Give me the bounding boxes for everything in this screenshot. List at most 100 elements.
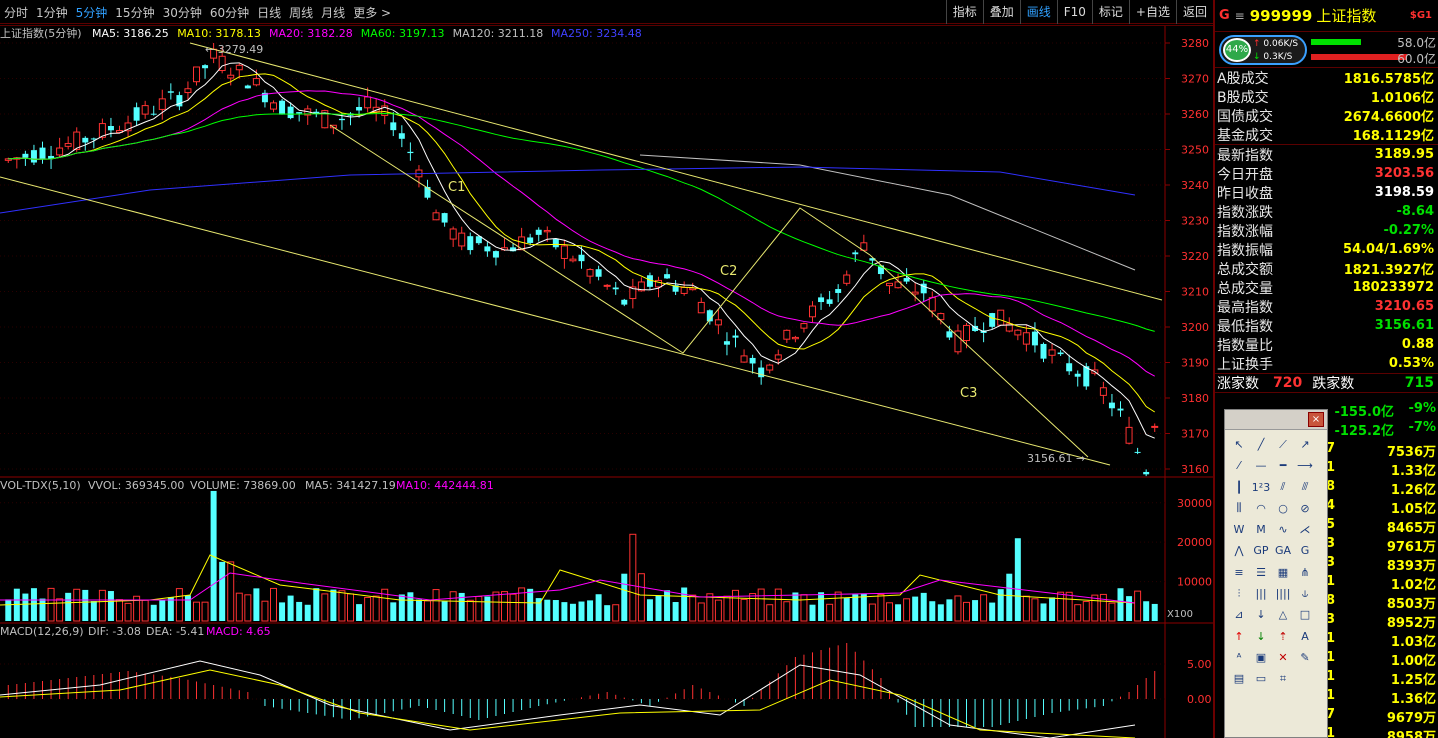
volume-bar <box>184 595 191 621</box>
pitchfork-icon[interactable]: ⋔ <box>1294 562 1316 583</box>
gap-g-icon[interactable]: G <box>1294 540 1316 561</box>
note-icon[interactable]: ▤ <box>1228 668 1250 689</box>
volume-bar <box>929 601 936 621</box>
h-line-icon[interactable]: ━ <box>1272 455 1294 476</box>
volume-bar <box>980 594 988 622</box>
palette-titlebar[interactable]: × <box>1225 410 1327 430</box>
h-ray-icon[interactable]: ⟶ <box>1294 455 1316 476</box>
period-tab[interactable]: 日线 <box>253 4 285 21</box>
down-arrow-green-icon[interactable]: ↓ <box>1250 626 1272 647</box>
stat-row: 指数量比 0.88 <box>1215 335 1438 354</box>
tool-button[interactable]: 标记 <box>1091 0 1129 24</box>
tool-button[interactable]: 画线 <box>1019 0 1057 24</box>
circle-icon[interactable]: ○ <box>1272 498 1294 519</box>
arrow-cursor-icon[interactable]: ↖ <box>1228 434 1250 455</box>
fib-lines-icon[interactable]: ☰ <box>1250 562 1272 583</box>
vertical-line-icon[interactable]: ┃ <box>1228 477 1250 498</box>
gap-a-icon[interactable]: GA <box>1272 540 1294 561</box>
period-tab[interactable]: 1分钟 <box>32 4 72 21</box>
volume-bar <box>141 599 149 622</box>
ray-fan-icon[interactable]: ⋌ <box>1294 519 1316 540</box>
menu-icon[interactable]: ≡ <box>1235 9 1245 23</box>
volume-bar <box>749 593 757 622</box>
period-tab[interactable]: 更多 > <box>349 4 395 21</box>
box-icon[interactable]: ▣ <box>1250 647 1272 668</box>
kline-chart[interactable]: 上证指数(5分钟) MA5: 3186.25 MA10: 3178.13 MA20: … <box>0 25 1213 738</box>
volume-bar <box>895 604 902 621</box>
wave-line-icon[interactable]: ∿ <box>1272 519 1294 540</box>
screenshot-icon[interactable]: ⌗ <box>1272 668 1294 689</box>
period-tab[interactable]: 15分钟 <box>111 4 158 21</box>
flow-pct: -7% <box>1408 420 1436 435</box>
volume-bar <box>527 588 534 621</box>
brush-icon[interactable]: ✎ <box>1294 647 1316 668</box>
ray-icon[interactable]: ↗ <box>1294 434 1316 455</box>
ruler-icon[interactable]: ▭ <box>1250 668 1272 689</box>
drawing-palette[interactable]: × ↖ ╱ ⟋ ↗ ⁄ — ━ ⟶ ┃ 1²3 ⫽ ⫻ ⫼ ◠ ○ ⊘ W M ∿ ⋌ ⋀ GP GA G ≡ ☰ ▦ ⋔ ⫶ ||| ||… <box>1224 409 1328 738</box>
volume-bar <box>740 598 748 622</box>
period-tab[interactable]: 周线 <box>285 4 317 21</box>
peak-line-icon[interactable]: ⋀ <box>1228 540 1250 561</box>
tool-button[interactable]: +自选 <box>1128 0 1176 24</box>
stat-label: 上证换手 <box>1217 356 1273 373</box>
chart-tools: 指标 叠加 画线 F10 标记 +自选 返回 <box>945 0 1213 24</box>
sg-badge[interactable]: $G1 <box>1410 10 1432 21</box>
close-icon[interactable]: × <box>1308 412 1324 427</box>
parallel-icon[interactable]: ⫽ <box>1272 477 1294 498</box>
channel-line-icon[interactable]: ⫼ <box>1228 498 1250 519</box>
text-a-icon[interactable]: A <box>1294 626 1316 647</box>
dashed-line-icon[interactable]: ⁄ <box>1228 455 1250 476</box>
trend-bars-icon[interactable]: ⫝ <box>1294 583 1316 604</box>
volume-bar <box>757 588 765 622</box>
h-channel-icon[interactable]: ⫶ <box>1228 583 1250 604</box>
time-zones-icon[interactable]: |||| <box>1272 583 1294 604</box>
tool-button[interactable]: 指标 <box>945 0 983 24</box>
volume-bar <box>338 590 346 622</box>
tool-button[interactable]: F10 <box>1056 0 1092 24</box>
candle <box>680 281 688 296</box>
vert-lines-icon[interactable]: ||| <box>1250 583 1272 604</box>
volume-bar <box>834 591 842 622</box>
period-tab[interactable]: 分时 <box>0 4 32 21</box>
arc-icon[interactable]: ◠ <box>1250 498 1272 519</box>
candle <box>133 102 140 126</box>
delete-icon[interactable]: ✕ <box>1272 647 1294 668</box>
grid-lines-icon[interactable]: ▦ <box>1272 562 1294 583</box>
period-tab[interactable]: 60分钟 <box>206 4 253 21</box>
fib-circle-icon[interactable]: ⊘ <box>1294 498 1316 519</box>
price-tick: 3240 <box>1181 179 1209 192</box>
volume-bar <box>484 596 491 621</box>
price-label-icon[interactable]: 1²3 <box>1250 477 1272 498</box>
m-wave-icon[interactable]: M <box>1250 519 1272 540</box>
up-arrow-red-icon[interactable]: ↑ <box>1228 626 1250 647</box>
rectangle-icon[interactable]: □ <box>1294 604 1316 625</box>
volume-bar <box>492 591 500 622</box>
tool-button[interactable]: 返回 <box>1175 0 1213 24</box>
h-segment-icon[interactable]: — <box>1250 455 1272 476</box>
period-tab[interactable]: 30分钟 <box>159 4 206 21</box>
period-tab[interactable]: 月线 <box>317 4 349 21</box>
angle-fan-icon[interactable]: ⊿ <box>1228 604 1250 625</box>
price-tick: 3270 <box>1181 73 1209 86</box>
chart-area[interactable]: 上证指数(5分钟) MA5: 3186.25 MA10: 3178.13 MA20: … <box>0 25 1213 738</box>
text-tool-icon[interactable]: ᴬ <box>1228 647 1250 668</box>
line-segment-icon[interactable]: ╱ <box>1250 434 1272 455</box>
stat-label: 最新指数 <box>1217 147 1273 164</box>
ratio-circle: 44% <box>1223 38 1251 62</box>
down-speed: ↓ 0.3K/S <box>1253 52 1293 62</box>
straight-line-icon[interactable]: ⟋ <box>1272 434 1294 455</box>
down-arrow-icon[interactable]: ↓ <box>1250 604 1272 625</box>
price-marker-icon[interactable]: ⇡ <box>1272 626 1294 647</box>
period-tab[interactable]: 5分钟 <box>72 4 112 21</box>
candle <box>664 268 671 279</box>
fib-levels-icon[interactable]: ≡ <box>1228 562 1250 583</box>
triangle-icon[interactable]: △ <box>1272 604 1294 625</box>
candle <box>997 309 1005 326</box>
list-col-b: 8503万 <box>1386 597 1436 612</box>
volume-bar <box>39 598 46 621</box>
w-wave-icon[interactable]: W <box>1228 519 1250 540</box>
tool-button[interactable]: 叠加 <box>982 0 1020 24</box>
gap-icon[interactable]: GP <box>1250 540 1272 561</box>
rising-parallel-icon[interactable]: ⫻ <box>1294 477 1316 498</box>
candle <box>578 246 585 269</box>
